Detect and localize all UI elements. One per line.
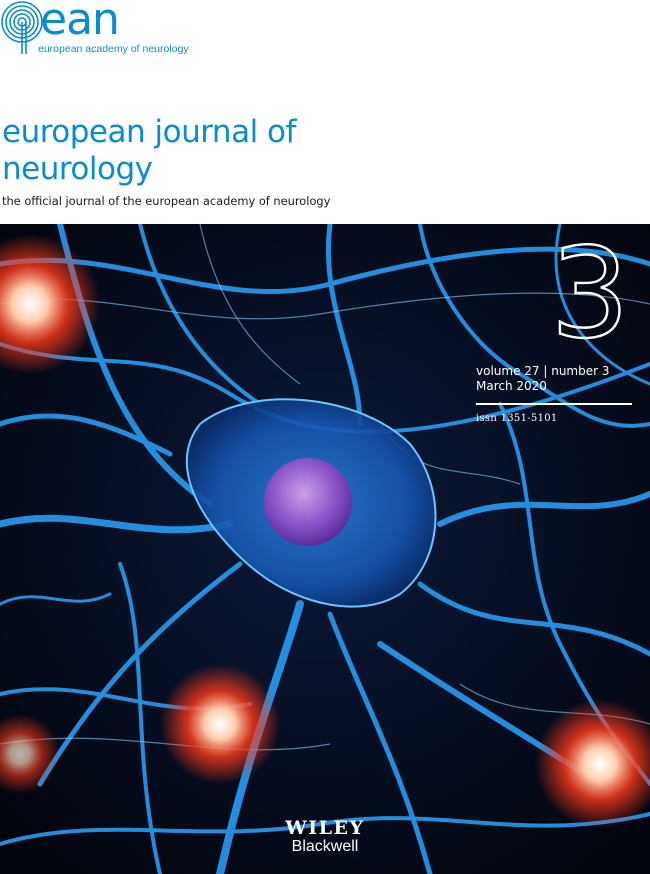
issue-date: March 2020: [476, 379, 547, 393]
volume-line: volume 27 | number 3: [476, 364, 610, 378]
divider: [476, 403, 632, 405]
logo-tagline: european academy of neurology: [38, 43, 189, 55]
publisher-logo: WILEY Blackwell: [0, 818, 650, 856]
journal-subtitle: the official journal of the european aca…: [2, 194, 331, 208]
issue-number: 3: [551, 238, 630, 348]
ean-logo: ean european academy of neurology: [0, 0, 200, 62]
issn-text: issn 1351-5101: [476, 413, 558, 424]
publisher-imprint: Blackwell: [291, 838, 359, 855]
issue-info: volume 27 | number 3 March 2020 issn 135…: [476, 364, 632, 424]
logo-wordmark: ean: [40, 0, 120, 45]
journal-title: european journal of neurology: [2, 114, 296, 187]
issue-number-graphic: 3: [549, 238, 630, 348]
publisher-name: WILEY: [285, 817, 365, 839]
